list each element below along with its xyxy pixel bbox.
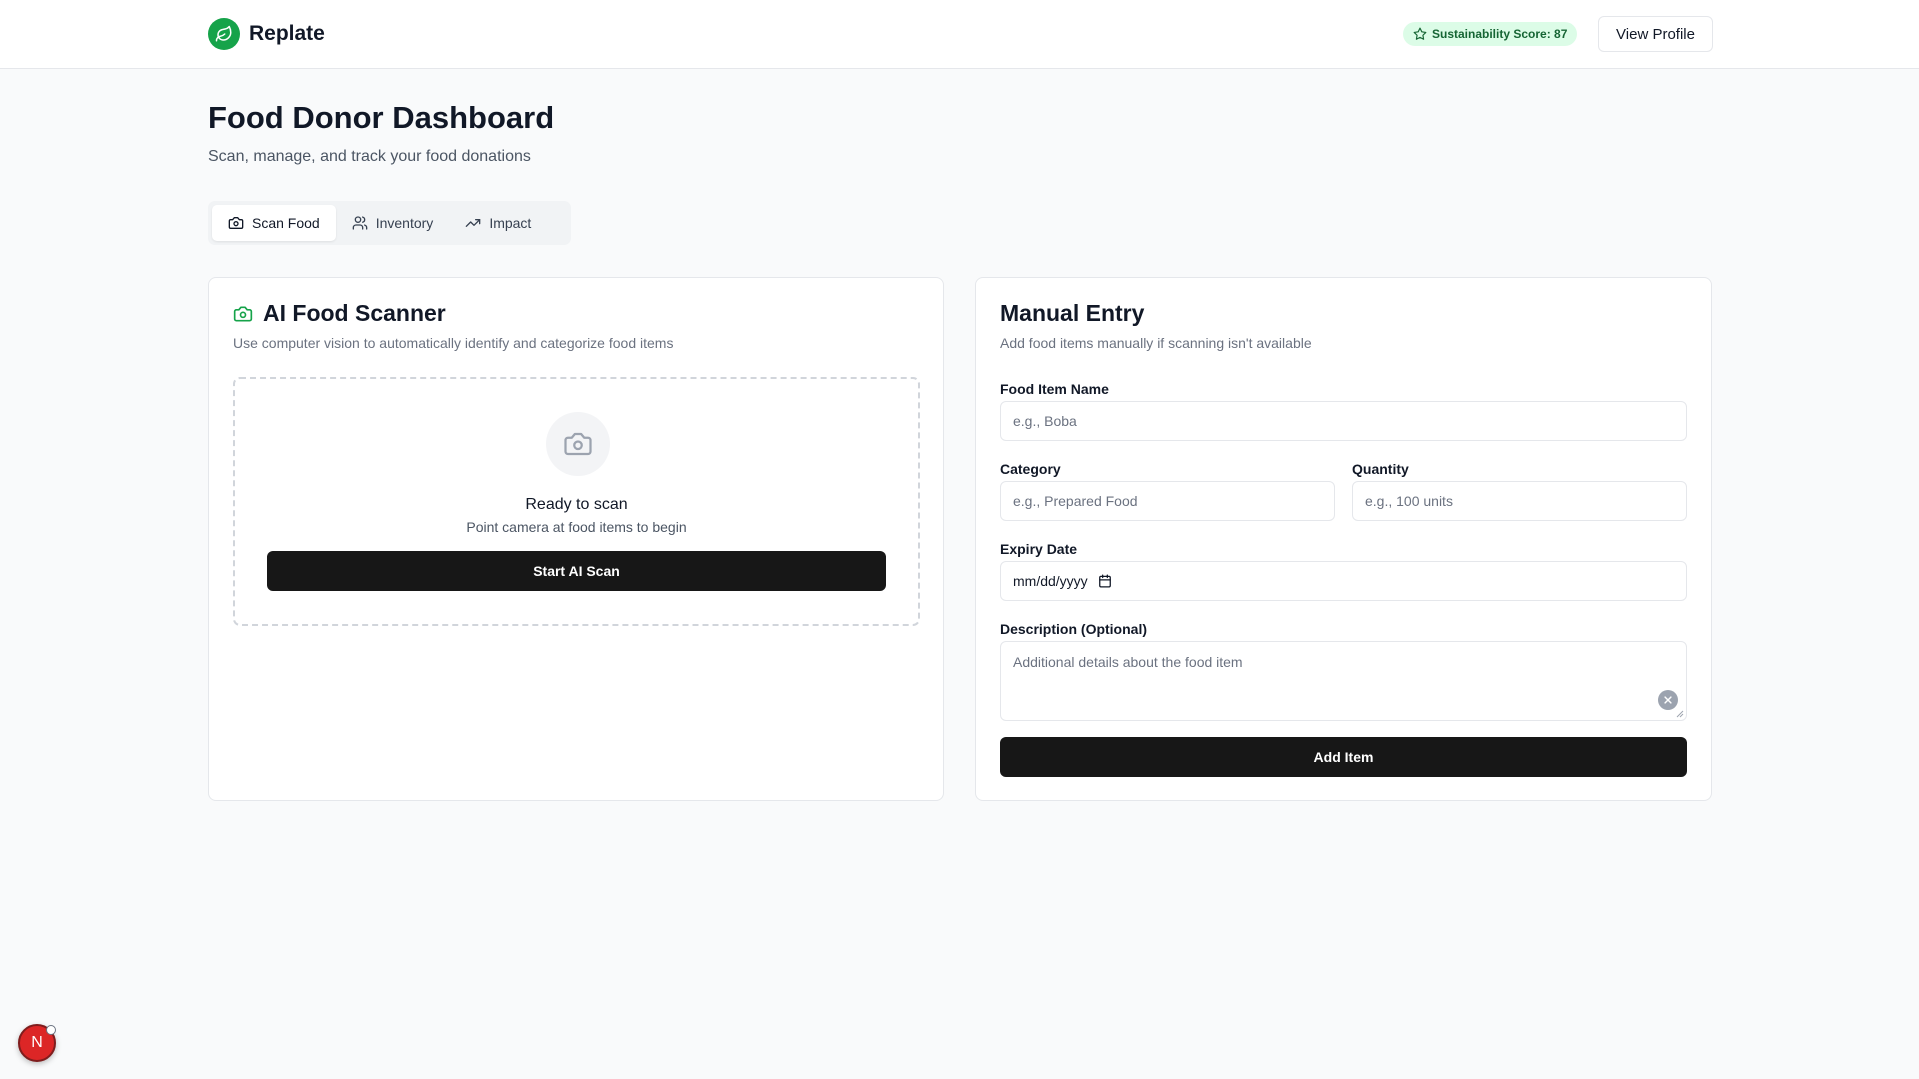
expiry-date-value: mm/dd/yyyy <box>1013 573 1088 589</box>
start-ai-scan-button[interactable]: Start AI Scan <box>267 551 886 591</box>
trending-up-icon <box>465 219 481 227</box>
page-subtitle: Scan, manage, and track your food donati… <box>208 148 531 165</box>
view-profile-button[interactable]: View Profile <box>1598 16 1713 52</box>
scanner-title-text: AI Food Scanner <box>263 300 446 326</box>
manual-entry-card: Manual Entry Add food items manually if … <box>975 277 1712 801</box>
sustainability-score-badge: Sustainability Score: 87 <box>1403 22 1578 46</box>
add-item-button[interactable]: Add Item <box>1000 737 1687 777</box>
star-icon <box>1413 27 1427 40</box>
resize-handle-icon[interactable] <box>1676 710 1684 718</box>
scan-camera-placeholder <box>546 412 610 476</box>
users-icon <box>352 216 368 230</box>
scan-hint-text: Point camera at food items to begin <box>466 519 687 535</box>
ready-to-scan-text: Ready to scan <box>525 496 628 513</box>
scanner-description: Use computer vision to automatically ide… <box>233 335 674 351</box>
leaf-logo-icon <box>208 18 240 50</box>
category-label: Category <box>1000 461 1061 477</box>
tab-inventory[interactable]: Inventory <box>336 205 450 241</box>
description-label: Description (Optional) <box>1000 621 1147 637</box>
scan-dropzone[interactable]: Ready to scan Point camera at food items… <box>233 377 920 626</box>
tab-scan-food[interactable]: Scan Food <box>212 205 336 241</box>
description-textarea[interactable] <box>1000 641 1687 721</box>
food-item-name-label: Food Item Name <box>1000 381 1109 397</box>
dev-tools-indicator-dot <box>46 1025 56 1035</box>
tab-label: Inventory <box>375 215 434 231</box>
expiry-date-label: Expiry Date <box>1000 541 1078 557</box>
food-item-name-input[interactable] <box>1000 401 1687 441</box>
dashboard-tabs: Scan Food Inventory Impact <box>208 201 571 245</box>
camera-icon <box>233 306 253 321</box>
score-badge-label: Sustainability Score: 87 <box>1432 27 1568 41</box>
camera-icon <box>564 432 592 456</box>
page-title: Food Donor Dashboard <box>208 100 555 135</box>
top-navbar: Replate Sustainability Score: 87 View Pr… <box>0 0 1919 69</box>
brand[interactable]: Replate <box>208 18 325 50</box>
manual-entry-description: Add food items manually if scanning isn'… <box>1000 335 1312 351</box>
quantity-label: Quantity <box>1352 461 1409 477</box>
ai-food-scanner-card: AI Food Scanner Use computer vision to a… <box>208 277 944 801</box>
scanner-title: AI Food Scanner <box>233 300 446 327</box>
tab-label: Scan Food <box>252 215 320 231</box>
category-input[interactable] <box>1000 481 1335 521</box>
tab-label: Impact <box>489 215 532 231</box>
clear-icon[interactable] <box>1658 690 1678 710</box>
expiry-date-input[interactable]: mm/dd/yyyy <box>1000 561 1687 601</box>
manual-entry-title: Manual Entry <box>1000 300 1145 326</box>
quantity-input[interactable] <box>1352 481 1687 521</box>
brand-name: Replate <box>249 22 325 45</box>
camera-icon <box>228 217 244 229</box>
calendar-icon[interactable] <box>1098 574 1112 588</box>
tab-impact[interactable]: Impact <box>449 205 547 241</box>
